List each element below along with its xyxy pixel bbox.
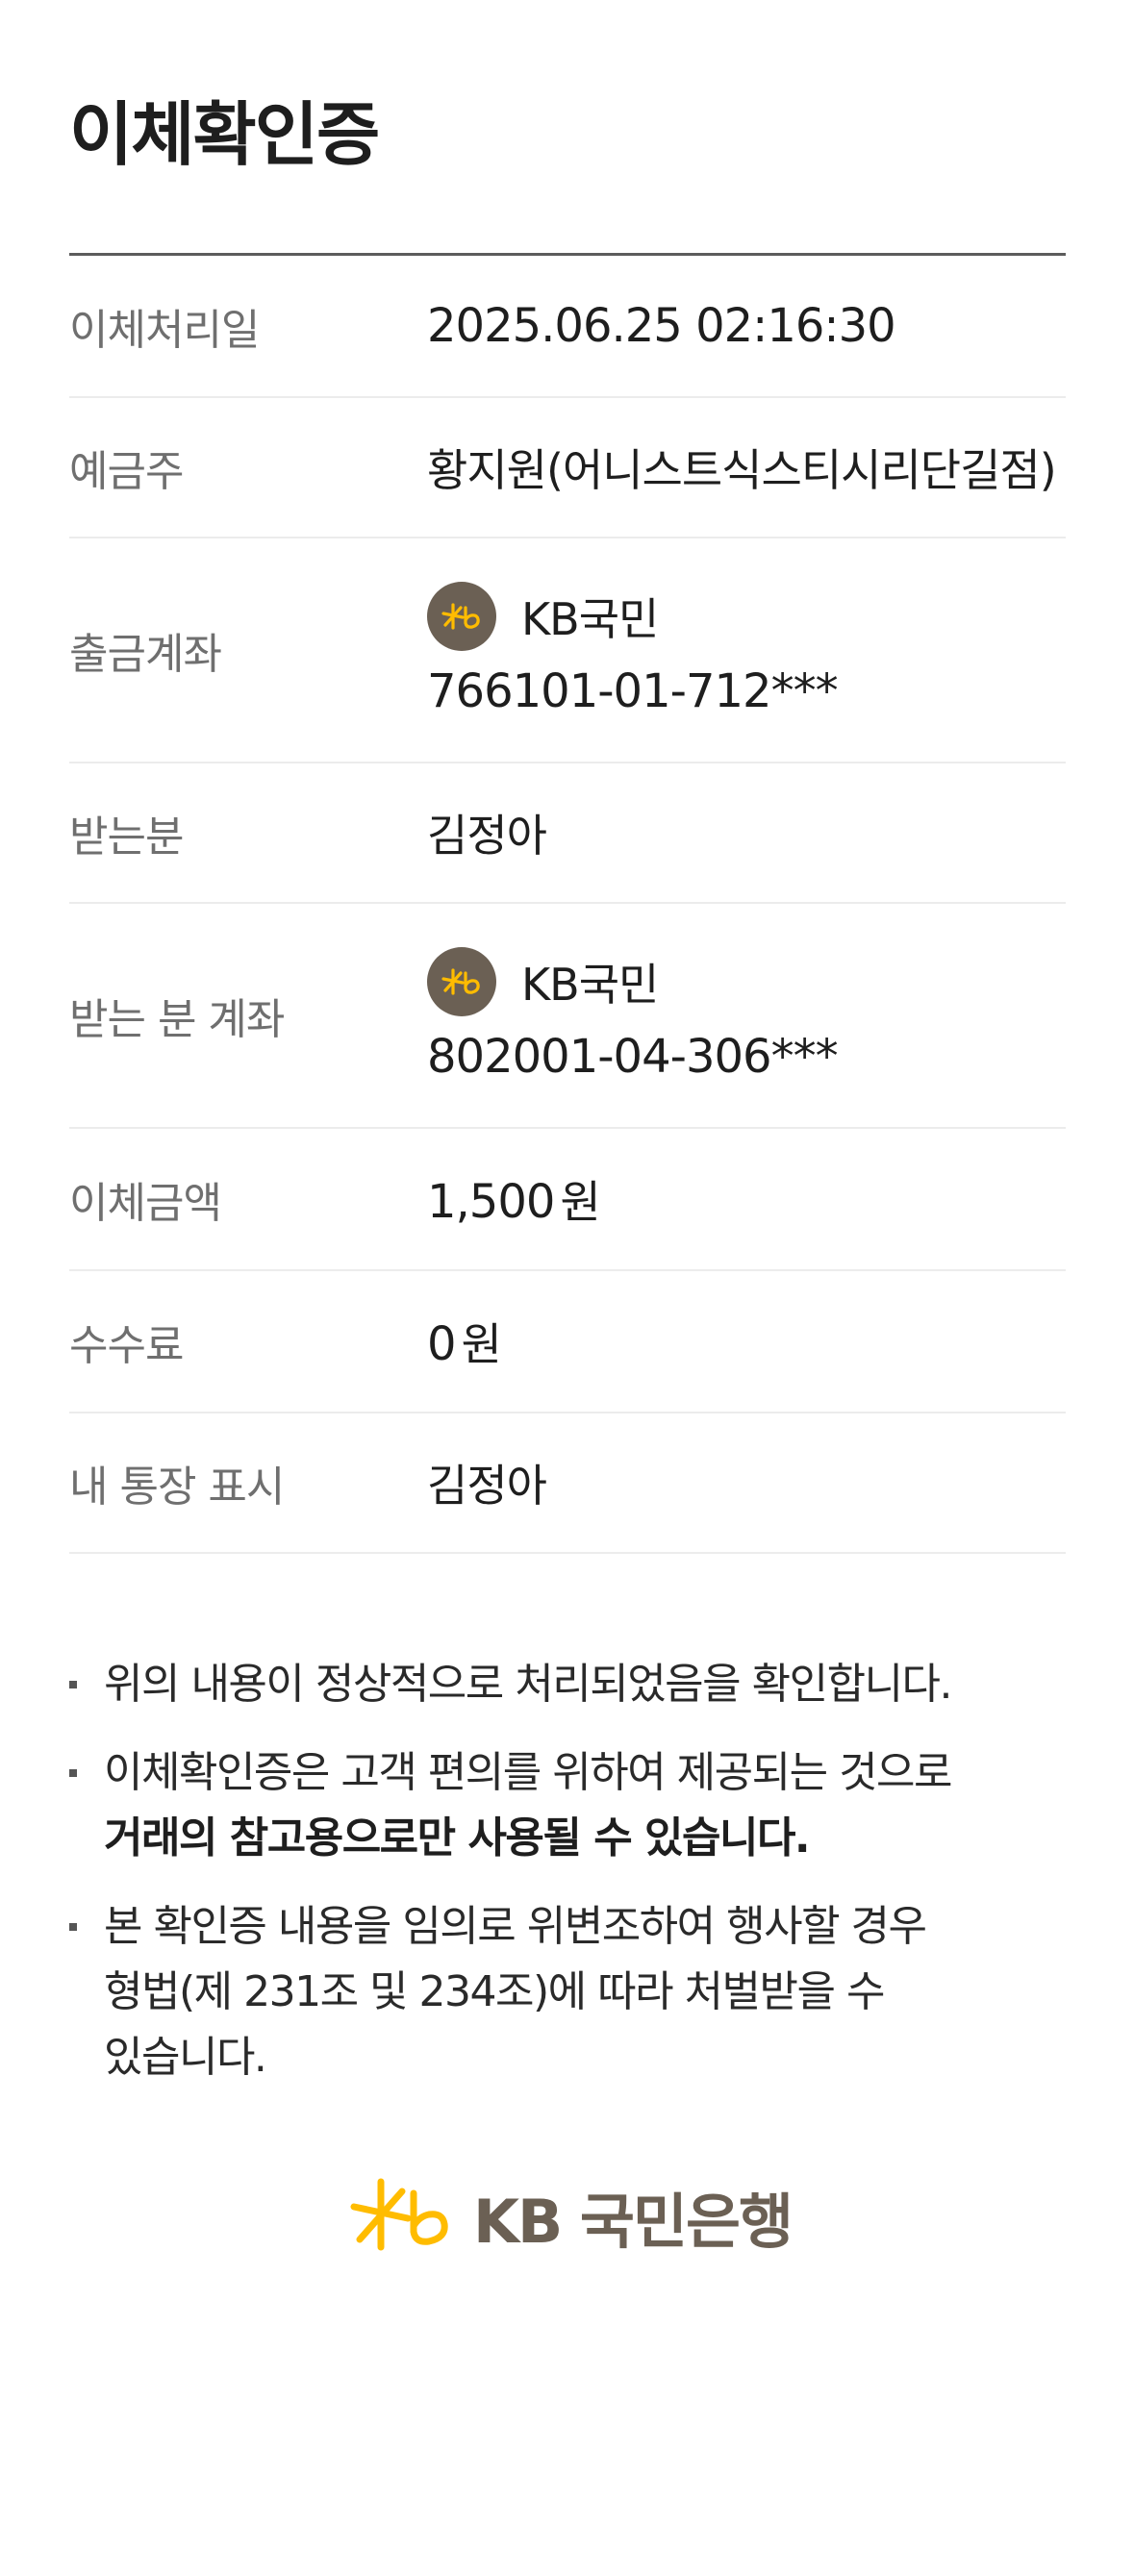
page-title: 이체확인증 [69, 94, 380, 175]
row-my-passbook-memo: 내 통장 표시 김정아 [69, 1413, 1066, 1554]
to-account-block: KB국민 802001-04-306*** [427, 947, 839, 1084]
kb-star-logo-icon [427, 582, 496, 651]
from-account-label: 출금계좌 [69, 630, 222, 679]
transfer-date-label: 이체처리일 [69, 306, 260, 355]
my-passbook-memo-label: 내 통장 표시 [69, 1463, 285, 1512]
amount-label: 이체금액 [69, 1179, 222, 1228]
kb-kookmin-bank-logo: KB 국민은행 [350, 2173, 794, 2260]
notice-text: 형법(제 231조 및 234조)에 따라 처벌받을 수 [104, 1967, 885, 2016]
row-to-account: 받는 분 계좌 KB국민 802001-04-306*** [69, 904, 1066, 1129]
notice-list: 위의 내용이 정상적으로 처리되었음을 확인합니다. 이체확인증은 고객 편의를… [69, 1652, 1066, 2113]
to-bank-name: KB국민 [521, 959, 659, 1011]
from-account-block: KB국민 766101-01-712*** [427, 582, 839, 718]
to-bank-line: KB국민 [427, 947, 838, 1016]
from-bank-name: KB국민 [521, 593, 659, 645]
notice-text: 위의 내용이 정상적으로 처리되었음을 확인합니다. [104, 1660, 953, 1709]
row-transfer-date: 이체처리일 2025.06.25 02:16:30 [69, 256, 1066, 398]
row-recipient: 받는분 김정아 [69, 763, 1066, 904]
notice-text: 있습니다. [104, 2033, 267, 2082]
kb-star-logo-icon [350, 2176, 452, 2257]
footer-logo-text: KB 국민은행 [473, 2187, 794, 2257]
fee-value-group: 0원 [427, 1310, 502, 1373]
row-from-account: 출금계좌 KB국민 766101-01-712*** [69, 538, 1066, 763]
notice-item: 본 확인증 내용을 임의로 위변조하여 행사할 경우 형법(제 231조 및 2… [69, 1894, 1066, 2090]
to-account-number: 802001-04-306*** [427, 1030, 839, 1084]
row-amount: 이체금액 1,500 원 [69, 1129, 1066, 1271]
amount-value-group: 1,500 원 [427, 1167, 601, 1231]
bullet-icon [69, 1769, 77, 1777]
notice-text: 이체확인증은 고객 편의를 위하여 제공되는 것으로 [104, 1748, 953, 1797]
transfer-date-value: 2025.06.25 02:16:30 [427, 299, 896, 353]
kb-star-logo-icon [427, 947, 496, 1016]
depositor-value: 황지원(어니스트식스티시리단길점) [427, 444, 1057, 496]
my-passbook-memo-value: 김정아 [427, 1460, 547, 1512]
row-depositor: 예금주 황지원(어니스트식스티시리단길점) [69, 398, 1066, 538]
notice-text-bold: 거래의 참고용으로만 사용될 수 있습니다. [104, 1813, 811, 1863]
notice-item: 이체확인증은 고객 편의를 위하여 제공되는 것으로 거래의 참고용으로만 사용… [69, 1740, 1066, 1871]
fee-label: 수수료 [69, 1321, 184, 1370]
depositor-label: 예금주 [69, 447, 184, 496]
amount-value: 1,500 [427, 1175, 555, 1229]
notice-text: 본 확인증 내용을 임의로 위변조하여 행사할 경우 [104, 1902, 927, 1951]
fee-value: 0 [427, 1317, 457, 1371]
recipient-value: 김정아 [427, 810, 547, 862]
amount-unit: 원 [560, 1176, 600, 1228]
fee-unit: 원 [461, 1318, 502, 1370]
recipient-label: 받는분 [69, 813, 184, 862]
notice-item: 위의 내용이 정상적으로 처리되었음을 확인합니다. [69, 1652, 1066, 1717]
from-account-number: 766101-01-712*** [427, 664, 839, 718]
bullet-icon [69, 1681, 77, 1688]
from-bank-line: KB국민 [427, 582, 838, 651]
row-fee: 수수료 0원 [69, 1271, 1066, 1413]
bullet-icon [69, 1923, 77, 1931]
to-account-label: 받는 분 계좌 [69, 995, 285, 1044]
details-list: 이체처리일 2025.06.25 02:16:30 예금주 황지원(어니스트식스… [69, 256, 1066, 1554]
